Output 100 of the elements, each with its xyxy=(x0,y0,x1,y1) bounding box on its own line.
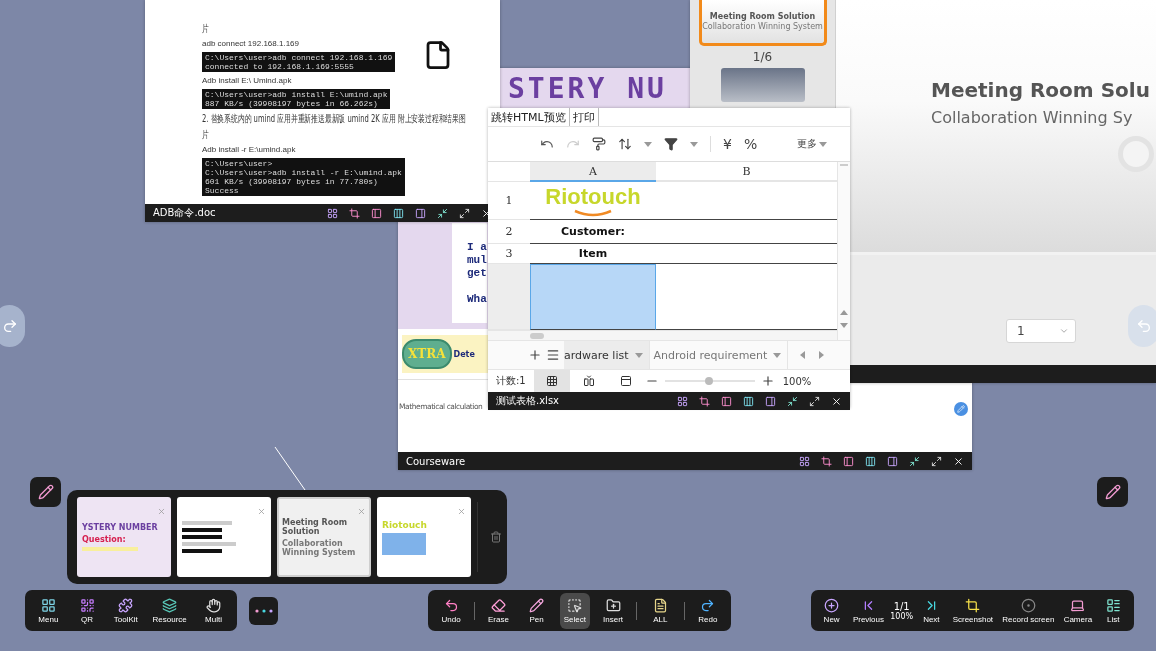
pen-button[interactable] xyxy=(1097,477,1128,507)
toolbar-button[interactable]: Pen xyxy=(521,592,552,629)
panel-right-icon[interactable] xyxy=(887,455,898,467)
filter-icon[interactable] xyxy=(664,137,678,151)
paint-roller-icon[interactable] xyxy=(592,137,606,151)
list-icon xyxy=(1105,597,1121,613)
sort-icon[interactable] xyxy=(618,137,632,151)
chevron-down-icon xyxy=(1059,326,1069,336)
page-select[interactable]: 1 xyxy=(1006,319,1076,343)
terminal-screenshot: C:\Users\user>adb connect 192.168.1.169 connected to 192.168.1.169:5555 xyxy=(202,52,396,72)
toolbar-button[interactable]: Multi xyxy=(198,592,229,629)
percent-button[interactable]: % xyxy=(743,136,758,152)
maximize-icon[interactable] xyxy=(931,455,942,467)
columns-icon[interactable] xyxy=(393,207,404,219)
minimize-icon[interactable] xyxy=(437,207,448,219)
crop-icon[interactable] xyxy=(699,395,710,407)
pen-button[interactable] xyxy=(30,477,61,507)
caret-icon[interactable] xyxy=(773,352,782,358)
caret-icon[interactable] xyxy=(690,141,698,147)
table-cell[interactable] xyxy=(530,264,656,330)
toolbar-button[interactable]: Insert xyxy=(598,592,629,629)
crop-icon[interactable] xyxy=(821,455,832,467)
window-thumbnail[interactable]: YSTERY NUMBER Question: xyxy=(77,497,171,577)
toolbar-button[interactable]: Undo xyxy=(436,592,467,629)
column-header[interactable]: A xyxy=(530,162,656,182)
previous-sheet-icon[interactable] xyxy=(800,351,806,359)
toolbar-button[interactable]: Redo xyxy=(692,592,723,629)
edge-handle[interactable] xyxy=(1128,305,1156,347)
toolbar-button[interactable]: Previous xyxy=(849,592,887,629)
grid-icon[interactable] xyxy=(327,207,338,219)
maximize-icon[interactable] xyxy=(459,207,470,219)
menu-item[interactable]: 打印 xyxy=(569,108,599,126)
toolbar-button[interactable]: Screenshot xyxy=(949,592,997,629)
grid-icon[interactable] xyxy=(677,395,688,407)
edge-handle[interactable] xyxy=(0,305,25,347)
window-thumbnail[interactable] xyxy=(177,497,271,577)
currency-button[interactable]: ¥ xyxy=(723,136,732,152)
terminal-screenshot: C:\Users\user>adb install E:\umind.apk 887 KB/s (39908197 bytes in 66.262s) xyxy=(202,89,391,109)
grid-view-button[interactable] xyxy=(533,370,570,392)
scroll-up-icon[interactable] xyxy=(840,310,848,315)
crop-icon xyxy=(965,597,981,613)
trash-icon[interactable] xyxy=(490,531,502,543)
toolbar-button[interactable]: QR xyxy=(72,592,103,629)
toolbar-button[interactable]: Menu xyxy=(33,592,64,629)
close-icon[interactable] xyxy=(953,455,964,467)
sheet-tab[interactable]: Android requirement xyxy=(653,341,789,369)
toolbar-button[interactable]: New xyxy=(816,592,847,629)
undo-icon xyxy=(443,597,459,613)
zoom-in-icon[interactable] xyxy=(760,374,775,388)
toolbar-button[interactable]: Record screen xyxy=(999,592,1058,629)
panel-right-icon[interactable] xyxy=(765,395,776,407)
scroll-down-icon[interactable] xyxy=(840,323,848,328)
panel-left-icon[interactable] xyxy=(721,395,732,407)
smile-icon xyxy=(573,208,613,217)
pen-icon xyxy=(37,484,54,500)
document-icon xyxy=(652,597,668,613)
toolbar-button[interactable]: Select xyxy=(559,592,590,629)
laptop-icon xyxy=(1070,597,1086,613)
row-header[interactable]: 1 xyxy=(488,182,530,220)
row-header[interactable]: 2 xyxy=(488,220,530,244)
grid-icon xyxy=(545,375,558,387)
toolbar-button[interactable]: Resource xyxy=(149,592,190,629)
redo-icon xyxy=(700,597,716,613)
menu-item[interactable]: 跳转HTML预览 xyxy=(488,108,570,126)
thumbnail-title: Riotouch xyxy=(382,519,427,530)
caret-icon[interactable] xyxy=(644,141,652,147)
columns-icon[interactable] xyxy=(743,395,754,407)
toolbar-button[interactable]: Camera xyxy=(1060,592,1096,629)
close-icon[interactable] xyxy=(831,395,842,407)
more-button[interactable] xyxy=(249,597,278,625)
toolbar-button[interactable]: List xyxy=(1098,592,1129,629)
caret-icon[interactable] xyxy=(819,141,828,147)
row-header[interactable]: 3 xyxy=(488,244,530,264)
menu-icon[interactable] xyxy=(546,348,560,362)
toolbar-button[interactable]: ToolKit xyxy=(110,592,141,629)
slider-thumb[interactable] xyxy=(704,377,713,385)
grid-icon[interactable] xyxy=(799,455,810,467)
edit-button[interactable] xyxy=(954,402,968,416)
vertical-scrollbar[interactable] xyxy=(837,162,850,340)
panel-right-icon[interactable] xyxy=(415,207,426,219)
sheet-tab[interactable]: ardware list xyxy=(564,341,650,369)
maximize-icon[interactable] xyxy=(809,395,820,407)
crop-icon[interactable] xyxy=(349,207,360,219)
columns-icon[interactable] xyxy=(865,455,876,467)
panel-icon xyxy=(619,375,632,387)
toolbar-button[interactable]: Erase xyxy=(483,592,514,629)
toolbar-button[interactable]: ALL xyxy=(645,592,676,629)
next-sheet-icon[interactable] xyxy=(819,351,825,359)
minimize-icon[interactable] xyxy=(909,455,920,467)
extra-badge: XTRA xyxy=(402,339,452,369)
document-text: 片 xyxy=(202,23,209,35)
more-button[interactable]: 更多 xyxy=(797,137,828,151)
minimize-icon[interactable] xyxy=(787,395,798,407)
panel-left-icon[interactable] xyxy=(371,207,382,219)
toolbar-button[interactable]: Next xyxy=(916,592,947,629)
slide-thumbnail[interactable]: Meeting Room Solution Collaboration Winning System xyxy=(698,0,827,46)
panel-left-icon[interactable] xyxy=(843,455,854,467)
add-sheet-icon[interactable] xyxy=(528,348,542,362)
window-title: ADB命令.doc xyxy=(153,206,216,220)
window-thumbnail[interactable]: Meeting Room Solution Collaboration Winning System xyxy=(277,497,371,577)
